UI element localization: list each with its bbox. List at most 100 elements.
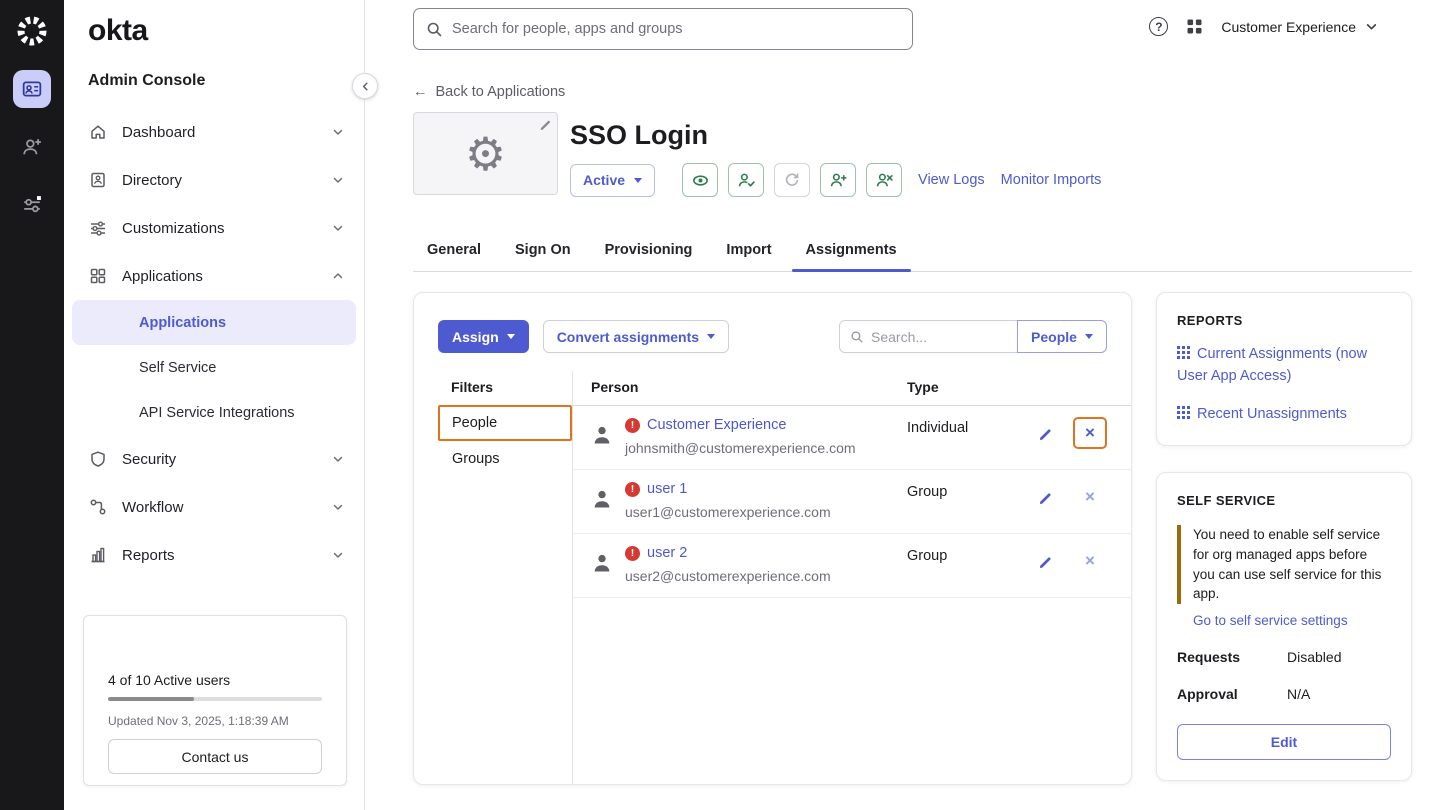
- active-users-progress-fill: [108, 697, 194, 701]
- chevron-down-icon: [634, 178, 642, 183]
- assign-button-label: Assign: [452, 329, 499, 345]
- assignments-toolbar: Assign Convert assignments People: [414, 293, 1131, 353]
- reports-title: REPORTS: [1177, 313, 1391, 328]
- chevron-down-icon: [332, 126, 344, 138]
- sidebar-item-customizations[interactable]: Customizations: [64, 204, 364, 252]
- global-search-input[interactable]: [452, 21, 912, 37]
- user-check-icon-button[interactable]: [728, 163, 764, 197]
- sidebar-item-workflow[interactable]: Workflow: [64, 483, 364, 531]
- sidebar-item-label: Dashboard: [122, 124, 195, 141]
- sidebar-item-directory[interactable]: Directory: [64, 156, 364, 204]
- edit-logo-pencil-icon[interactable]: [539, 117, 552, 130]
- app-status-label: Active: [583, 172, 625, 188]
- chevron-down-icon: [1085, 334, 1093, 339]
- tab-import[interactable]: Import: [712, 232, 785, 271]
- sidebar-item-dashboard[interactable]: Dashboard: [64, 108, 364, 156]
- sidebar-item-label: Applications: [122, 268, 203, 285]
- table-row: ! Customer Experience johnsmith@customer…: [573, 406, 1131, 470]
- unassign-button[interactable]: ×: [1073, 545, 1107, 577]
- sidebar-subitem-applications[interactable]: Applications: [72, 300, 356, 345]
- view-logs-link[interactable]: View Logs: [918, 172, 985, 188]
- sidebar-subitem-label: Self Service: [139, 360, 216, 376]
- directory-icon: [88, 171, 108, 189]
- assignment-type: Individual: [907, 417, 1025, 469]
- person-link[interactable]: user 1: [647, 481, 687, 497]
- self-service-edit-button[interactable]: Edit: [1177, 724, 1391, 760]
- current-assignments-link[interactable]: Current Assignments (now User App Access…: [1177, 343, 1391, 388]
- convert-assignments-button[interactable]: Convert assignments: [543, 320, 729, 353]
- search-type-select[interactable]: People: [1017, 320, 1107, 353]
- sidebar-subitem-label: API Service Integrations: [139, 405, 295, 421]
- self-service-note: You need to enable self service for org …: [1177, 525, 1391, 603]
- warning-icon: !: [625, 546, 640, 561]
- sidebar-nav: Dashboard Directory Customizations App: [64, 108, 364, 579]
- user-plus-icon: [829, 171, 848, 190]
- person-link[interactable]: Customer Experience: [647, 417, 786, 433]
- eye-icon: [691, 171, 710, 190]
- bar-chart-icon: [88, 546, 108, 564]
- apps-grid-icon[interactable]: [1186, 18, 1203, 35]
- report-grid-icon: [1177, 406, 1190, 419]
- sidebar-collapse-button[interactable]: [352, 73, 378, 99]
- tab-general[interactable]: General: [413, 232, 495, 271]
- assignments-search-combo: People: [839, 320, 1107, 353]
- filter-people[interactable]: People: [438, 405, 572, 441]
- person-link[interactable]: user 2: [647, 545, 687, 561]
- toggles-icon: [22, 195, 42, 215]
- unassign-button[interactable]: ×: [1073, 481, 1107, 513]
- rail-item-add-user[interactable]: [13, 128, 51, 166]
- chevron-down-icon: [332, 174, 344, 186]
- rail-item-admin-console[interactable]: [13, 70, 51, 108]
- app-status-row: Active View Logs Mo: [570, 163, 1101, 197]
- convert-button-label: Convert assignments: [557, 329, 699, 345]
- recent-unassignments-link[interactable]: Recent Unassignments: [1177, 403, 1391, 425]
- search-icon: [426, 21, 443, 38]
- shield-icon: [88, 450, 108, 468]
- user-plus-icon-button[interactable]: [820, 163, 856, 197]
- column-person: Person: [591, 379, 907, 395]
- person-email: johnsmith@customerexperience.com: [625, 440, 856, 456]
- edit-pencil-icon[interactable]: [1038, 489, 1053, 504]
- report-grid-icon: [1177, 346, 1190, 359]
- assignment-type: Group: [907, 481, 1025, 533]
- assignment-type: Group: [907, 545, 1025, 597]
- sidebar-item-label: Reports: [122, 547, 175, 564]
- self-service-card: SELF SERVICE You need to enable self ser…: [1156, 472, 1412, 780]
- edit-pencil-icon[interactable]: [1038, 553, 1053, 568]
- assignments-body: Filters People Groups Person Type: [414, 371, 1131, 784]
- user-add-icon: [22, 137, 42, 157]
- unassign-button[interactable]: ×: [1073, 417, 1107, 449]
- usage-updated-timestamp: Updated Nov 3, 2025, 1:18:39 AM: [108, 714, 322, 728]
- approval-value: N/A: [1287, 686, 1310, 702]
- sidebar-item-label: Security: [122, 451, 176, 468]
- tab-provisioning[interactable]: Provisioning: [591, 232, 707, 271]
- approval-label: Approval: [1177, 686, 1287, 702]
- sidebar-subitem-self-service[interactable]: Self Service: [72, 345, 356, 390]
- rail-item-toggles[interactable]: [13, 186, 51, 224]
- active-users-text: 4 of 10 Active users: [108, 672, 322, 688]
- sidebar-item-reports[interactable]: Reports: [64, 531, 364, 579]
- org-switcher[interactable]: Customer Experience: [1221, 19, 1378, 35]
- help-icon[interactable]: ?: [1149, 17, 1168, 36]
- assignments-search-input[interactable]: [871, 329, 981, 345]
- assign-button[interactable]: Assign: [438, 320, 529, 353]
- eye-icon-button[interactable]: [682, 163, 718, 197]
- edit-pencil-icon[interactable]: [1038, 425, 1053, 440]
- user-x-icon-button[interactable]: [866, 163, 902, 197]
- refresh-icon-button: [774, 163, 810, 197]
- tab-assignments[interactable]: Assignments: [792, 232, 911, 271]
- monitor-imports-link[interactable]: Monitor Imports: [1001, 172, 1102, 188]
- search-type-label: People: [1031, 329, 1077, 345]
- contact-us-button[interactable]: Contact us: [108, 739, 322, 774]
- app-status-select[interactable]: Active: [570, 164, 655, 197]
- tab-sign-on[interactable]: Sign On: [501, 232, 585, 271]
- filter-groups[interactable]: Groups: [438, 441, 572, 477]
- sidebar-item-security[interactable]: Security: [64, 435, 364, 483]
- approval-row: Approval N/A: [1177, 686, 1391, 702]
- requests-row: Requests Disabled: [1177, 649, 1391, 665]
- sidebar-subitem-api-service-integrations[interactable]: API Service Integrations: [72, 390, 356, 435]
- person-avatar-icon: [591, 488, 613, 533]
- self-service-settings-link[interactable]: Go to self service settings: [1177, 613, 1391, 628]
- sidebar-item-applications[interactable]: Applications: [64, 252, 364, 300]
- back-to-applications-link[interactable]: ← Back to Applications: [413, 84, 565, 100]
